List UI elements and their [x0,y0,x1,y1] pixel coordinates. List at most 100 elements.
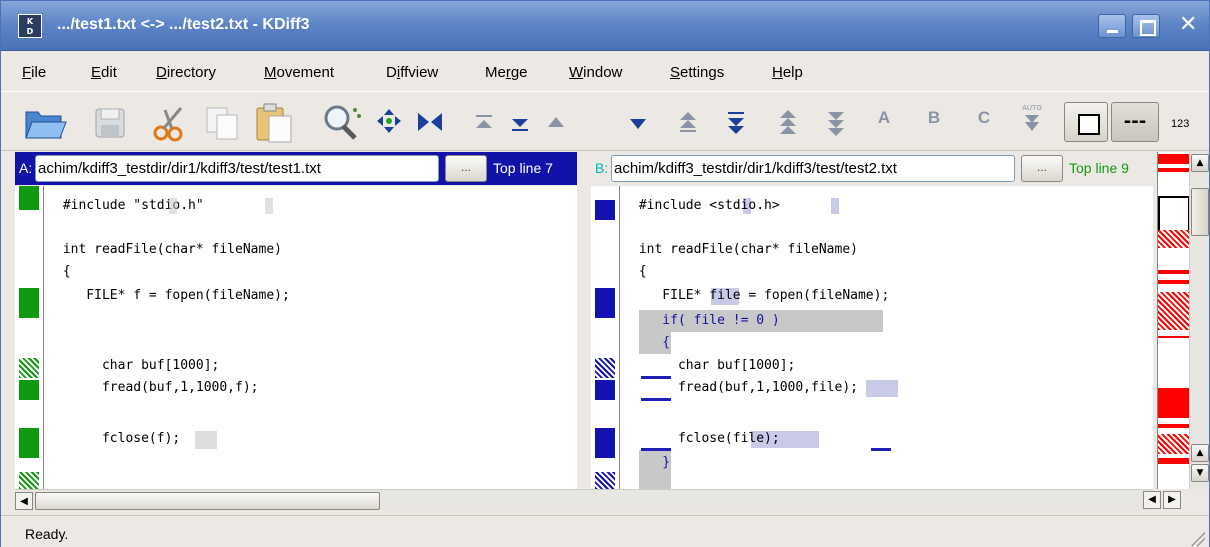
status-bar: Ready. [1,515,1209,547]
code-line: int readFile(char* fileName) [55,242,282,257]
menu-window[interactable]: Window [569,64,622,81]
app-icon: KD [18,14,42,38]
code-line: if( file != 0 ) [631,313,780,328]
code-line: fread(buf,1,1000,f); [55,380,259,395]
diff-overview-bar[interactable] [1157,152,1190,489]
prev-diff-icon[interactable] [541,108,571,138]
code-line: char buf[1000]; [55,358,220,373]
minimize-button[interactable] [1098,14,1126,38]
overview-diff [1158,154,1190,164]
scroll-down-button[interactable]: ▼ [1191,464,1209,482]
kdiff3-window: KD .../test1.txt <-> .../test2.txt - KDi… [0,0,1210,547]
code-line: #include <stdio.h> [631,198,780,213]
menu-merge[interactable]: Merge [485,64,528,81]
char-diff [195,431,217,449]
line-numbers-toggle[interactable]: 123 [1171,118,1189,130]
maximize-button[interactable] [1132,14,1160,38]
title-bar[interactable]: KD .../test1.txt <-> .../test2.txt - KDi… [1,1,1209,51]
overview-diff [1158,230,1190,248]
overview-diff [1158,168,1190,172]
pane-a-browse-button[interactable]: ... [445,155,487,182]
menu-diffview[interactable]: Diffview [386,64,438,81]
show-white-space-characters-toggle[interactable]: --- [1111,102,1159,142]
dark-diff-icon[interactable] [415,108,445,136]
choose-c-button[interactable]: C [969,108,999,138]
char-diff [831,198,839,214]
pane-b-header: B: achim/kdiff3_testdir/dir1/kdiff3/test… [591,152,1153,185]
gutter-separator [43,186,44,489]
pane-a-path-input[interactable]: achim/kdiff3_testdir/dir1/kdiff3/test/te… [35,155,439,182]
scroll-up-button[interactable]: ▲ [1191,444,1209,462]
menu-directory[interactable]: Directory [156,64,216,81]
window-title: .../test1.txt <-> .../test2.txt - KDiff3 [57,16,310,33]
vertical-scroll-thumb[interactable] [1191,188,1209,236]
diff-marker [595,380,615,400]
next-conflict-icon[interactable] [721,108,751,138]
code-line: FILE* file = fopen(fileName); [631,288,890,303]
next-diff-icon[interactable] [623,108,653,138]
open-folder-icon[interactable] [23,104,67,142]
menu-edit[interactable]: Edit [91,64,117,81]
gutter-separator [619,186,620,489]
prev-unsolved-icon[interactable] [773,108,803,138]
pane-a-label: A: [19,160,33,176]
scroll-up-button[interactable]: ▲ [1191,154,1209,172]
menu-settings[interactable]: Settings [670,64,724,81]
menu-help[interactable]: Help [772,64,803,81]
code-line: fread(buf,1,1000,file); [631,380,858,395]
pane-b-editor[interactable]: #include <stdio.h> int readFile(char* fi… [591,186,1153,489]
toolbar: A B C AUTO --- 123 [1,91,1209,151]
code-line: #include "stdio.h" [55,198,204,213]
pane-b-path-input[interactable]: achim/kdiff3_testdir/dir1/kdiff3/test/te… [611,155,1015,182]
code-line: { [631,335,671,350]
overview-diff [1158,336,1190,338]
char-diff [169,198,177,214]
auto-advance-icon[interactable]: AUTO [1017,104,1047,140]
show-whitespace-toggle[interactable] [1064,102,1108,142]
choose-b-button[interactable]: B [919,108,949,138]
close-icon: ✕ [1179,12,1198,37]
prev-conflict-icon[interactable] [673,108,703,138]
cut-icon[interactable] [151,104,191,142]
current-diff-icon[interactable] [374,106,404,136]
code-line: fclose(f); [55,431,181,446]
char-diff [265,198,273,214]
close-button[interactable]: ✕ [1173,12,1201,38]
search-icon[interactable] [319,102,365,144]
scroll-right-button[interactable]: ▶ [1163,491,1181,509]
pane-b-browse-button[interactable]: ... [1021,155,1063,182]
diff-marker [595,428,615,458]
vertical-scrollbar[interactable]: ▲ ▲ ▼ [1189,152,1209,489]
diff-marker [19,380,39,400]
pane-b-gutter [591,186,615,489]
resize-grip-icon[interactable] [1189,530,1205,546]
code-line: FILE* f = fopen(fileName); [55,288,290,303]
diff-marker [19,428,39,458]
diff-marker [595,200,615,220]
horizontal-scroll-thumb[interactable] [35,492,380,510]
overview-diff [1158,434,1190,454]
last-diff-icon[interactable] [505,108,535,138]
diff-marker [19,186,39,210]
next-unsolved-icon[interactable] [821,108,851,138]
scroll-left-button[interactable]: ◀ [1143,491,1161,509]
code-line: } [631,455,671,470]
menu-file[interactable]: File [22,64,46,81]
overview-diff [1158,270,1190,274]
overview-diff [1158,280,1190,284]
code-line: fclose(file); [631,431,780,446]
horizontal-scrollbar[interactable]: ◀ [15,489,1153,511]
pane-a-header: A: achim/kdiff3_testdir/dir1/kdiff3/test… [15,152,577,185]
menu-movement[interactable]: Movement [264,64,334,81]
diff-marker [19,358,39,378]
pane-a-top-line: Top line 7 [493,160,553,176]
scroll-left-button[interactable]: ◀ [15,492,33,510]
paste-icon[interactable] [253,102,295,144]
diff-marker [595,288,615,318]
save-icon[interactable] [93,106,127,140]
copy-icon[interactable] [203,104,241,142]
choose-a-button[interactable]: A [869,108,899,138]
pane-a-editor[interactable]: #include "stdio.h" int readFile(char* fi… [15,186,577,489]
pane-a-gutter [15,186,39,489]
first-diff-icon[interactable] [469,108,499,138]
